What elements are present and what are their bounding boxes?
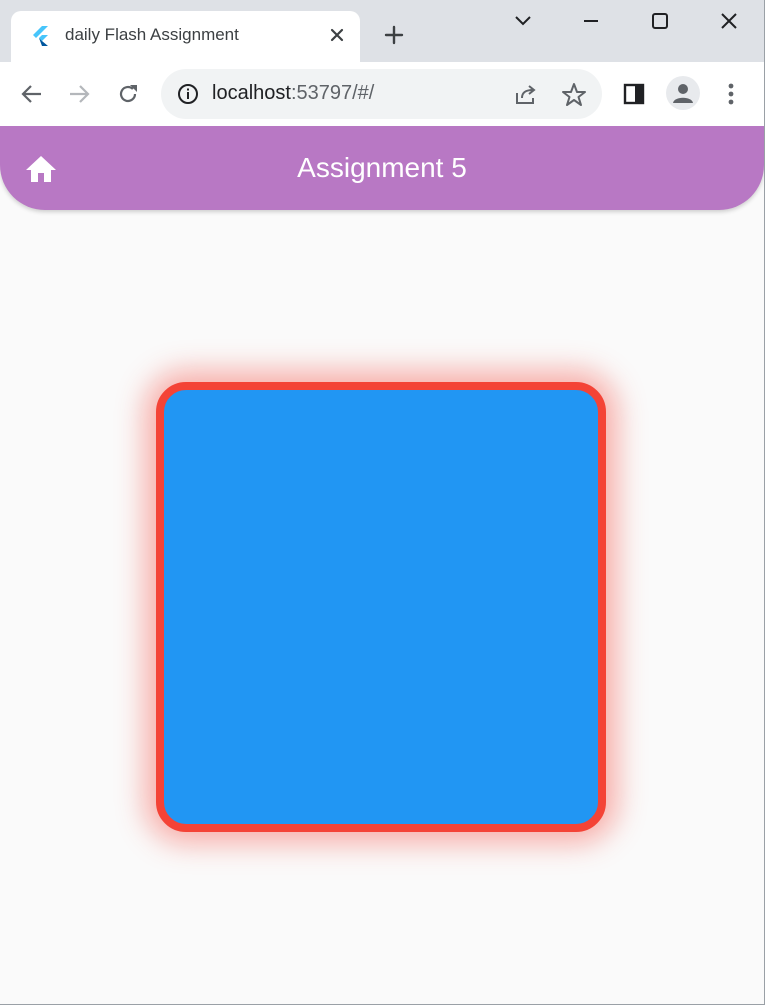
url-text[interactable]: localhost:53797/#/ [212,82,374,105]
arrow-right-icon [70,85,90,103]
reload-button[interactable] [111,77,145,111]
tab-search-button[interactable] [508,6,538,36]
address-bar[interactable]: localhost:53797/#/ [161,69,602,119]
menu-button[interactable] [714,77,748,111]
new-tab-button[interactable] [380,21,408,49]
browser-window: daily Flash Assignment localhost:53797/#… [0,0,765,1005]
maximize-button[interactable] [645,6,675,36]
minimize-icon [584,20,598,22]
more-vert-icon [728,83,734,105]
close-icon [721,13,737,29]
tab-title: daily Flash Assignment [65,25,239,44]
person-icon [673,84,693,103]
share-icon[interactable] [512,81,540,109]
side-panel-button[interactable] [617,77,651,111]
browser-tab[interactable]: daily Flash Assignment [11,11,360,62]
app-bar: Assignment 5 [0,126,764,210]
star-icon[interactable] [560,81,588,109]
chevron-down-icon [515,16,531,26]
url-path: :53797/#/ [290,82,375,104]
plus-icon [384,25,404,45]
bordered-container-box [156,382,606,832]
arrow-left-icon [21,85,41,103]
browser-toolbar: localhost:53797/#/ [0,62,764,126]
profile-avatar-button[interactable] [666,76,700,110]
close-window-button[interactable] [714,6,744,36]
info-icon[interactable] [176,82,200,106]
back-button[interactable] [15,77,49,111]
minimize-button[interactable] [576,6,606,36]
close-icon [330,28,344,42]
maximize-icon [652,13,668,29]
page-viewport: Assignment 5 [0,126,764,1004]
forward-button[interactable] [62,77,96,111]
flutter-logo-icon [33,26,48,46]
page-title: Assignment 5 [297,152,467,183]
url-host: localhost [212,82,291,104]
tab-close-button[interactable] [326,24,348,46]
tab-strip: daily Flash Assignment [0,0,764,62]
side-panel-icon [623,83,645,105]
reload-icon [119,85,137,103]
